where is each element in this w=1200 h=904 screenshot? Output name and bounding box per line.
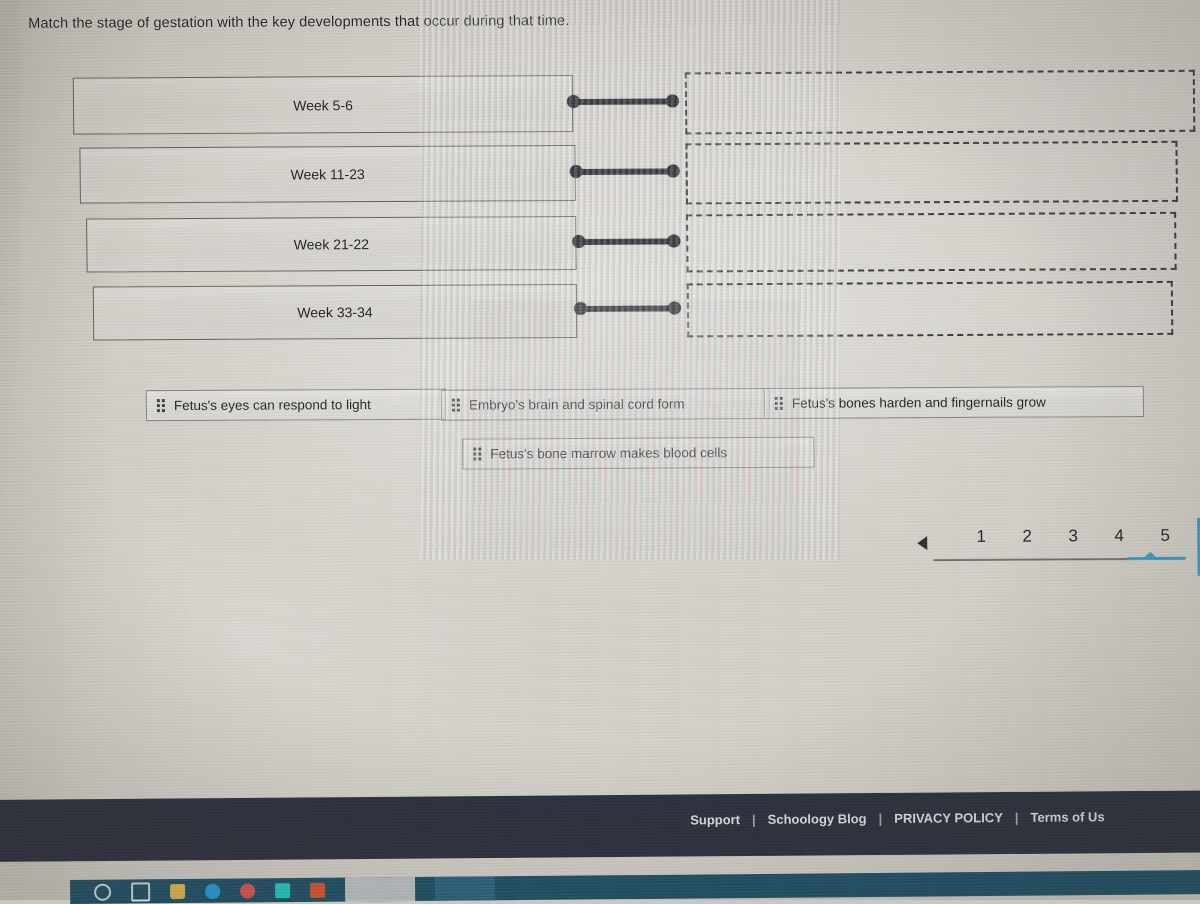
- term-label: Week 5-6: [293, 96, 353, 113]
- footer-link-support[interactable]: Support: [690, 812, 740, 827]
- connector-dot-right: [667, 301, 682, 315]
- answer-chip-label: Fetus's eyes can respond to light: [173, 397, 371, 414]
- answer-chip[interactable]: Fetus's eyes can respond to light: [145, 388, 447, 422]
- answer-chip[interactable]: Fetus's bones harden and fingernails gro…: [763, 386, 1145, 420]
- page-button-5[interactable]: 5: [1151, 526, 1179, 546]
- term-label: Week 11-23: [290, 166, 365, 183]
- answer-chip-label: Fetus's bone marrow makes blood cells: [490, 445, 728, 462]
- footer-link-privacy[interactable]: PRIVACY POLICY: [894, 810, 1003, 826]
- connector-bar: [580, 167, 669, 175]
- search-icon[interactable]: [94, 883, 112, 901]
- term-label: Week 33-34: [297, 304, 373, 321]
- connector-dot-right: [665, 94, 680, 108]
- answer-chip-label: Fetus's bones harden and fingernails gro…: [791, 394, 1046, 411]
- term-label: Week 21-22: [293, 236, 370, 253]
- answer-chip[interactable]: Fetus's bone marrow makes blood cells: [462, 436, 815, 470]
- footer-links: Support | Schoology Blog | PRIVACY POLIC…: [690, 809, 1105, 827]
- connector-dot-right: [666, 164, 680, 178]
- page-button-1[interactable]: 1: [967, 527, 995, 547]
- connector: [573, 301, 682, 315]
- connector: [572, 234, 681, 249]
- browser-icon[interactable]: [205, 883, 221, 899]
- term-box[interactable]: Week 33-34: [92, 283, 578, 341]
- connector-bar: [577, 98, 669, 105]
- connector: [566, 94, 680, 109]
- term-box[interactable]: Week 5-6: [72, 75, 574, 135]
- taskbar-window-2[interactable]: [434, 876, 496, 901]
- drag-grip-icon[interactable]: [473, 447, 483, 461]
- answer-chip[interactable]: Embryo's brain and spinal cord form: [440, 387, 771, 421]
- connector: [569, 164, 680, 179]
- footer-link-terms[interactable]: Terms of Us: [1030, 809, 1104, 825]
- drop-zone[interactable]: [685, 140, 1178, 205]
- drag-grip-icon[interactable]: [156, 399, 167, 413]
- pagination: 1 2 3 4 5: [905, 526, 1200, 578]
- browser-page: Match the stage of gestation with the ke…: [0, 0, 1200, 900]
- pagination-caret: [1143, 551, 1158, 559]
- question-prompt: Match the stage of gestation with the ke…: [28, 13, 570, 32]
- answer-chip-label: Embryo's brain and spinal cord form: [468, 396, 685, 413]
- connector-bar: [584, 304, 671, 312]
- app-orange-icon[interactable]: [310, 882, 326, 898]
- footer-separator: |: [751, 811, 756, 828]
- file-explorer-icon[interactable]: [170, 883, 186, 899]
- app-red-icon[interactable]: [240, 882, 256, 899]
- taskbar-window-1[interactable]: [344, 876, 416, 902]
- connector-bar: [583, 237, 670, 245]
- page-button-4[interactable]: 4: [1105, 526, 1133, 546]
- drop-zone[interactable]: [684, 69, 1196, 135]
- site-footer: Support | Schoology Blog | PRIVACY POLIC…: [0, 790, 1200, 862]
- footer-link-blog[interactable]: Schoology Blog: [768, 811, 867, 827]
- term-box[interactable]: Week 11-23: [79, 144, 576, 204]
- page-button-3[interactable]: 3: [1059, 526, 1087, 546]
- connector-dot-right: [667, 234, 681, 248]
- triangle-left-icon[interactable]: [917, 536, 928, 551]
- footer-separator: |: [1014, 809, 1019, 825]
- app-teal-icon[interactable]: [275, 882, 291, 898]
- drag-grip-icon[interactable]: [774, 396, 785, 410]
- drop-zone[interactable]: [686, 211, 1177, 273]
- drag-grip-icon[interactable]: [451, 398, 462, 412]
- drop-zone[interactable]: [686, 280, 1174, 338]
- task-view-icon[interactable]: [131, 881, 151, 901]
- page-button-2[interactable]: 2: [1013, 527, 1041, 547]
- term-box[interactable]: Week 21-22: [86, 215, 577, 273]
- footer-separator: |: [878, 810, 883, 827]
